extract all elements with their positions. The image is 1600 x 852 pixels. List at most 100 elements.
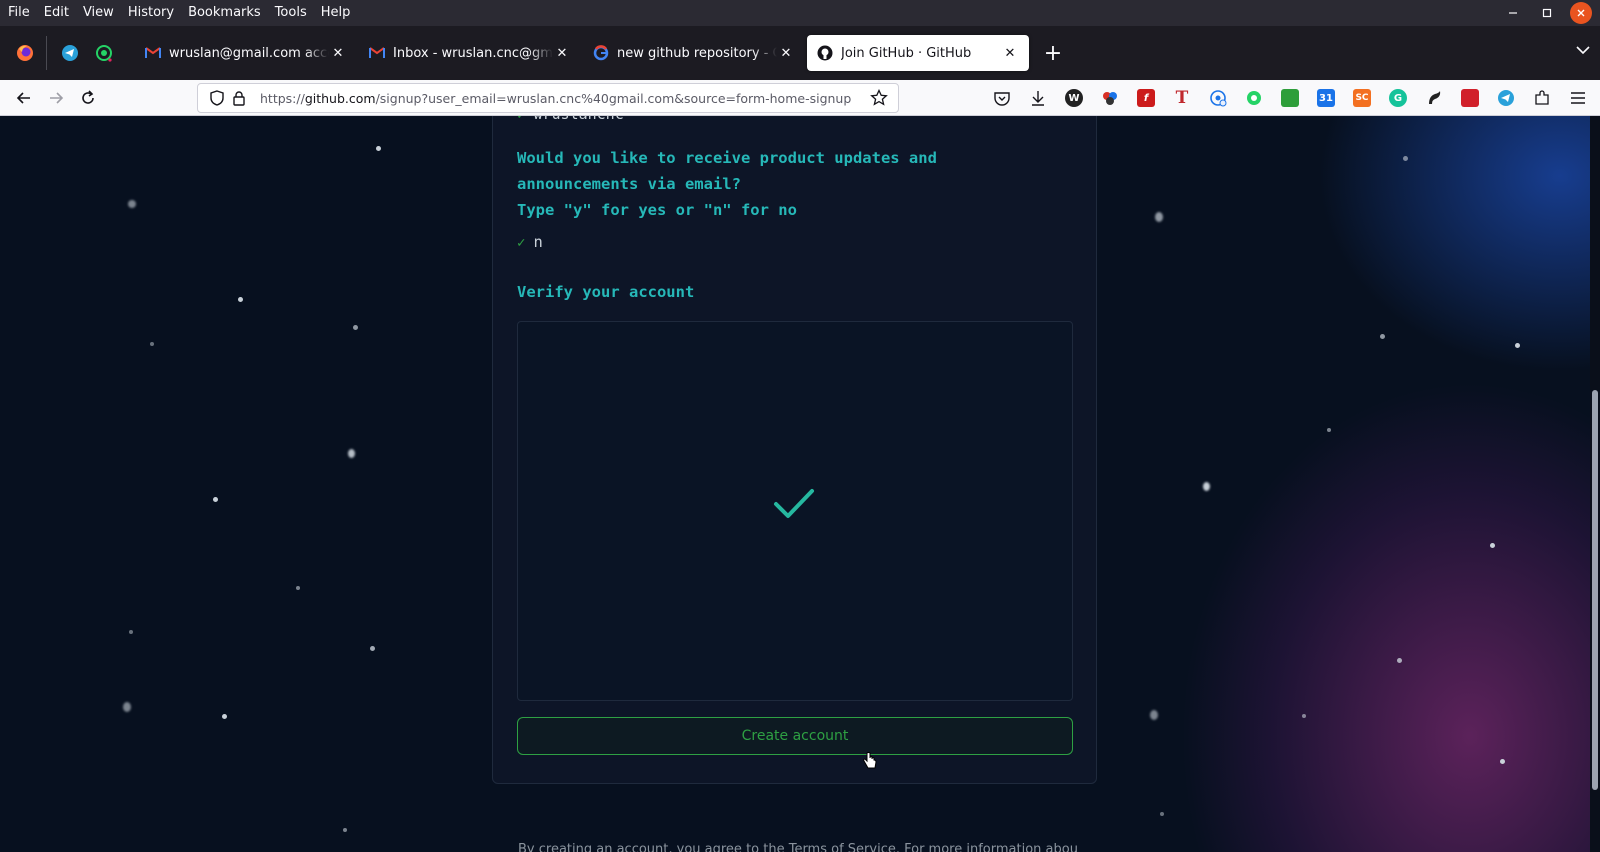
menu-help[interactable]: Help (314, 0, 358, 26)
terms-line: By creating an account, you agree to the… (518, 842, 1078, 852)
menu-bookmarks[interactable]: Bookmarks (181, 0, 268, 26)
extension-button[interactable] (1092, 80, 1128, 116)
previous-answer: ✓ wruslancnc (517, 116, 624, 123)
maximize-icon (1542, 8, 1552, 18)
username-answer: wruslancnc (533, 116, 623, 123)
gnome-extension-icon (1429, 91, 1441, 104)
extension-button[interactable] (1272, 80, 1308, 116)
extension-button[interactable]: 31 (1308, 80, 1344, 116)
list-all-tabs-button[interactable] (1576, 43, 1590, 59)
extension-button[interactable] (1452, 80, 1488, 116)
signup-card: ✓ wruslancnc Would you like to receive pr… (492, 116, 1097, 784)
signup-terms-text: By creating an account, you agree to the… (518, 832, 1078, 852)
extension-button[interactable] (1488, 80, 1524, 116)
tab-close-icon[interactable]: ✕ (329, 46, 347, 61)
extension-button[interactable] (1236, 80, 1272, 116)
wikipedia-extension-icon: W (1065, 89, 1083, 107)
download-icon (1032, 91, 1044, 106)
app-menu-button[interactable] (1560, 80, 1596, 116)
tab-close-icon[interactable]: ✕ (1001, 46, 1019, 61)
gmail-icon (145, 45, 161, 61)
tab-title: Inbox - wruslan.cnc@gmail.com (393, 45, 553, 61)
checkmark-icon: ✓ (517, 235, 526, 251)
page-scrollbar[interactable] (1590, 116, 1600, 852)
page-viewport: ✓ wruslancnc Would you like to receive pr… (0, 116, 1600, 852)
menu-tools[interactable]: Tools (268, 0, 314, 26)
menu-file[interactable]: File (0, 0, 37, 26)
create-account-button[interactable]: Create account (517, 717, 1073, 755)
tab-close-icon[interactable]: ✕ (553, 46, 571, 61)
grammarly-extension-icon: G (1389, 89, 1407, 107)
new-tab-button[interactable]: + (1037, 37, 1069, 69)
navigation-bar: https://github.com/signup?user_email=wru… (0, 80, 1600, 116)
gmail-icon (369, 45, 385, 61)
address-bar[interactable]: https://github.com/signup?user_email=wru… (197, 83, 899, 113)
minimize-button[interactable] (1496, 0, 1530, 26)
chevron-down-icon (1576, 46, 1590, 55)
menu-bar: File Edit View History Bookmarks Tools H… (0, 0, 1600, 26)
email-preferences-answer: ✓ n (517, 233, 543, 251)
question-line: Type "y" for yes or "n" for no (517, 201, 797, 219)
colorful-extension-icon (1103, 92, 1117, 105)
question-line: Would you like to receive product update… (517, 149, 937, 167)
tracking-protection-shield-icon[interactable] (206, 90, 228, 106)
close-window-button[interactable] (1570, 2, 1592, 24)
menu-edit[interactable]: Edit (37, 0, 76, 26)
google-icon (593, 45, 609, 61)
extension-button[interactable]: f (1128, 80, 1164, 116)
tab-join-github[interactable]: Join GitHub · GitHub ✕ (807, 35, 1029, 71)
downloads-button[interactable] (1020, 80, 1056, 116)
extension-button[interactable] (1416, 80, 1452, 116)
minimize-icon (1509, 12, 1517, 14)
hand-pointer-cursor-icon (863, 752, 877, 769)
answer-value: n (533, 233, 543, 251)
question-line: announcements via email? (517, 175, 741, 193)
pinned-separator (46, 36, 47, 70)
calendar-extension-icon: 31 (1317, 89, 1335, 107)
pinned-tab-firefox[interactable] (8, 35, 42, 71)
pocket-icon (994, 91, 1010, 106)
tab-gmail-inbox[interactable]: Inbox - wruslan.cnc@gmail.com ✕ (359, 35, 581, 71)
url-text[interactable]: https://github.com/signup?user_email=wru… (260, 91, 868, 106)
tab-title: new github repository - Google (617, 45, 777, 61)
verify-account-heading: Verify your account (517, 283, 695, 301)
extension-button[interactable]: T (1164, 80, 1200, 116)
arrow-right-icon (50, 91, 64, 104)
extensions-menu-button[interactable] (1524, 80, 1560, 116)
pinned-tabs (0, 26, 121, 80)
extensions-toolbar: W f T 31 SC G (984, 80, 1596, 116)
tab-google-search[interactable]: new github repository - Google ✕ (583, 35, 805, 71)
red-extension-icon (1461, 89, 1479, 107)
tab-gmail-account[interactable]: wruslan@gmail.com account d ✕ (135, 35, 357, 71)
url-path: /signup?user_email=wruslan.cnc%40gmail.c… (375, 90, 852, 106)
extension-button[interactable]: SC (1344, 80, 1380, 116)
menu-view[interactable]: View (76, 0, 121, 26)
forward-button[interactable] (40, 82, 72, 114)
captcha-verification-frame[interactable] (517, 321, 1073, 701)
scrollbar-thumb[interactable] (1592, 390, 1598, 790)
github-icon (817, 45, 833, 61)
whatsapp-icon (96, 45, 112, 62)
extension-button[interactable]: W (1056, 80, 1092, 116)
maximize-button[interactable] (1530, 0, 1564, 26)
hamburger-menu-icon (1571, 92, 1585, 104)
telegram-icon (62, 45, 78, 61)
pocket-button[interactable] (984, 80, 1020, 116)
reload-icon (82, 89, 94, 104)
pinned-tab-whatsapp[interactable] (87, 35, 121, 71)
extension-button[interactable]: G (1380, 80, 1416, 116)
checkmark-icon: ✓ (517, 116, 525, 123)
reload-button[interactable] (72, 82, 104, 114)
plus-icon: + (1043, 40, 1063, 66)
lock-icon[interactable] (228, 90, 250, 106)
tab-close-icon[interactable]: ✕ (777, 46, 795, 61)
pinned-tab-telegram[interactable] (53, 35, 87, 71)
sc-extension-icon: SC (1353, 89, 1371, 107)
t-extension-icon: T (1175, 88, 1189, 108)
cash-extension-icon (1281, 89, 1299, 107)
tab-title: wruslan@gmail.com account d (169, 45, 329, 61)
menu-history[interactable]: History (121, 0, 181, 26)
back-button[interactable] (8, 82, 40, 114)
bookmark-star-icon[interactable] (868, 89, 890, 107)
extension-button[interactable] (1200, 80, 1236, 116)
